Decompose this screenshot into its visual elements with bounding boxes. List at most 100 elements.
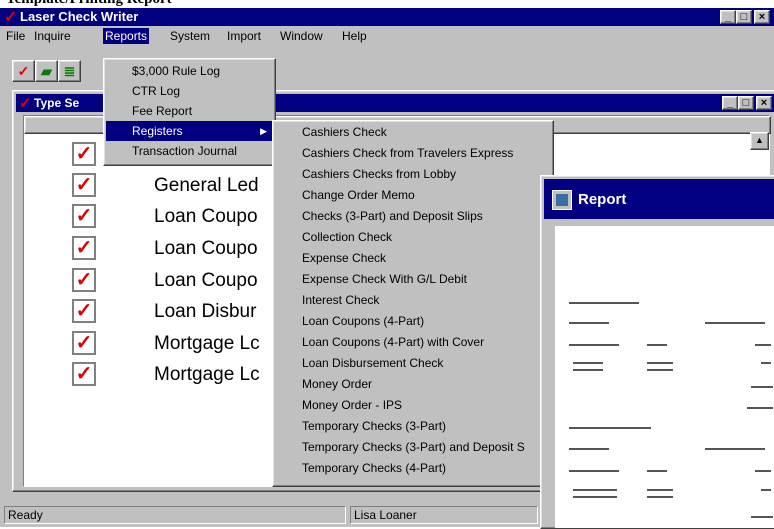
preview-line <box>573 362 603 364</box>
item-checkbox[interactable]: ✓ <box>72 173 96 197</box>
submenu-item[interactable]: Loan Disbursement Check <box>275 353 551 374</box>
submenu-item[interactable]: Expense Check <box>275 248 551 269</box>
registers-label: Registers <box>132 124 183 138</box>
menu-item-rule-log[interactable]: $3,000 Rule Log <box>106 61 275 81</box>
submenu-item[interactable]: Checks (3-Part) and Deposit Slips <box>275 206 551 227</box>
close-button[interactable]: × <box>754 10 770 24</box>
report-icon <box>552 190 572 210</box>
preview-line <box>761 362 771 364</box>
preview-line <box>647 344 667 346</box>
submenu-item[interactable]: Cashiers Checks from Lobby <box>275 164 551 185</box>
preview-line <box>747 407 773 409</box>
submenu-item[interactable]: Change Order Memo <box>275 185 551 206</box>
submenu-item[interactable]: Temporary Checks (4-Part) <box>275 458 551 479</box>
child-maximize-button[interactable]: □ <box>738 96 754 110</box>
child-minimize-button[interactable]: _ <box>722 96 738 110</box>
submenu-item[interactable]: Expense Check With G/L Debit <box>275 269 551 290</box>
menu-item-transaction-journal[interactable]: Transaction Journal <box>106 141 275 161</box>
menu-help[interactable]: Help <box>342 29 367 43</box>
report-window: Report <box>540 175 774 529</box>
report-title: Report <box>578 191 627 208</box>
report-titlebar: Report <box>544 179 774 219</box>
menu-item-registers[interactable]: Registers ▶ <box>106 121 275 141</box>
item-checkbox[interactable]: ✓ <box>72 268 96 292</box>
item-checkbox[interactable]: ✓ <box>72 331 96 355</box>
submenu-item[interactable]: Temporary Checks (3-Part) <box>275 416 551 437</box>
preview-line <box>755 344 771 346</box>
menu-reports[interactable]: Reports <box>103 28 150 44</box>
submenu-item[interactable]: Cashiers Check from Travelers Express <box>275 143 551 164</box>
preview-line <box>569 470 619 472</box>
menubar: File Inquire Reports System Import Windo… <box>0 26 774 46</box>
item-label: Mortgage Lc <box>154 364 260 385</box>
preview-line <box>705 322 765 324</box>
submenu-item[interactable]: Cashiers Check <box>275 122 551 143</box>
item-checkbox[interactable]: ✓ <box>72 142 96 166</box>
check-icon: ✓ <box>17 63 30 79</box>
child-title: Type Se <box>34 96 80 110</box>
item-label: Loan Coupo <box>154 206 258 227</box>
caption-text: Template/Printing Report <box>6 0 172 8</box>
money-tool-button[interactable]: ▰ <box>35 60 58 82</box>
money-icon: ▰ <box>41 63 52 79</box>
report-page-preview <box>555 226 774 528</box>
preview-line <box>569 322 609 324</box>
item-checkbox[interactable]: ✓ <box>72 362 96 386</box>
preview-line <box>751 516 773 518</box>
preview-line <box>573 496 617 498</box>
minimize-button[interactable]: _ <box>720 10 736 24</box>
preview-line <box>647 470 667 472</box>
menu-window[interactable]: Window <box>280 29 323 43</box>
item-label: General Led <box>154 175 259 196</box>
item-label: Loan Coupo <box>154 238 258 259</box>
preview-line <box>569 302 639 304</box>
preview-line <box>573 369 603 371</box>
preview-line <box>647 362 673 364</box>
child-close-button[interactable]: × <box>756 96 772 110</box>
menu-import[interactable]: Import <box>227 29 261 43</box>
item-label: Mortgage Lc <box>154 333 260 354</box>
submenu-arrow-icon: ▶ <box>260 126 267 136</box>
registers-submenu: Cashiers Check Cashiers Check from Trave… <box>272 120 554 487</box>
preview-line <box>569 344 619 346</box>
submenu-item[interactable]: Interest Check <box>275 290 551 311</box>
menu-inquire[interactable]: Inquire <box>34 29 71 43</box>
status-ready: Ready <box>4 506 346 524</box>
preview-line <box>573 489 617 491</box>
child-check-icon: ✓ <box>19 95 32 112</box>
item-label: Loan Coupo <box>154 270 258 291</box>
maximize-button[interactable]: □ <box>736 10 752 24</box>
menu-item-ctr-log[interactable]: CTR Log <box>106 81 275 101</box>
status-user: Lisa Loaner <box>350 506 538 524</box>
scroll-up-button[interactable]: ▲ <box>750 132 769 150</box>
app-check-icon: ✓ <box>4 9 18 26</box>
submenu-item[interactable]: Loan Coupons (4-Part) <box>275 311 551 332</box>
menu-file[interactable]: File <box>6 29 25 43</box>
submenu-item[interactable]: Loan Coupons (4-Part) with Cover <box>275 332 551 353</box>
preview-line <box>755 470 771 472</box>
check-tool-button[interactable]: ✓ <box>12 60 35 82</box>
preview-line <box>647 369 673 371</box>
item-checkbox[interactable]: ✓ <box>72 204 96 228</box>
preview-line <box>647 489 673 491</box>
preview-line <box>647 496 673 498</box>
submenu-item[interactable]: Money Order - IPS <box>275 395 551 416</box>
item-checkbox[interactable]: ✓ <box>72 236 96 260</box>
item-label: Loan Disbur <box>154 301 257 322</box>
submenu-item[interactable]: Money Order <box>275 374 551 395</box>
submenu-item[interactable]: Collection Check <box>275 227 551 248</box>
preview-line <box>751 386 773 388</box>
app-window-controls: _ □ × <box>720 10 770 24</box>
child-window-controls: _ □ × <box>722 96 772 110</box>
item-checkbox[interactable]: ✓ <box>72 299 96 323</box>
preview-line <box>569 448 609 450</box>
money-stack-tool-button[interactable]: ≣ <box>58 60 81 82</box>
submenu-item[interactable]: Temporary Checks (3-Part) and Deposit S <box>275 437 551 458</box>
caption-strip: Template/Printing Report <box>0 0 774 8</box>
preview-line <box>569 427 651 429</box>
menu-item-fee-report[interactable]: Fee Report <box>106 101 275 121</box>
app-titlebar: ✓ Laser Check Writer _ □ × <box>0 8 774 26</box>
preview-line <box>705 448 765 450</box>
menu-system[interactable]: System <box>170 29 210 43</box>
money-stack-icon: ≣ <box>63 63 76 79</box>
